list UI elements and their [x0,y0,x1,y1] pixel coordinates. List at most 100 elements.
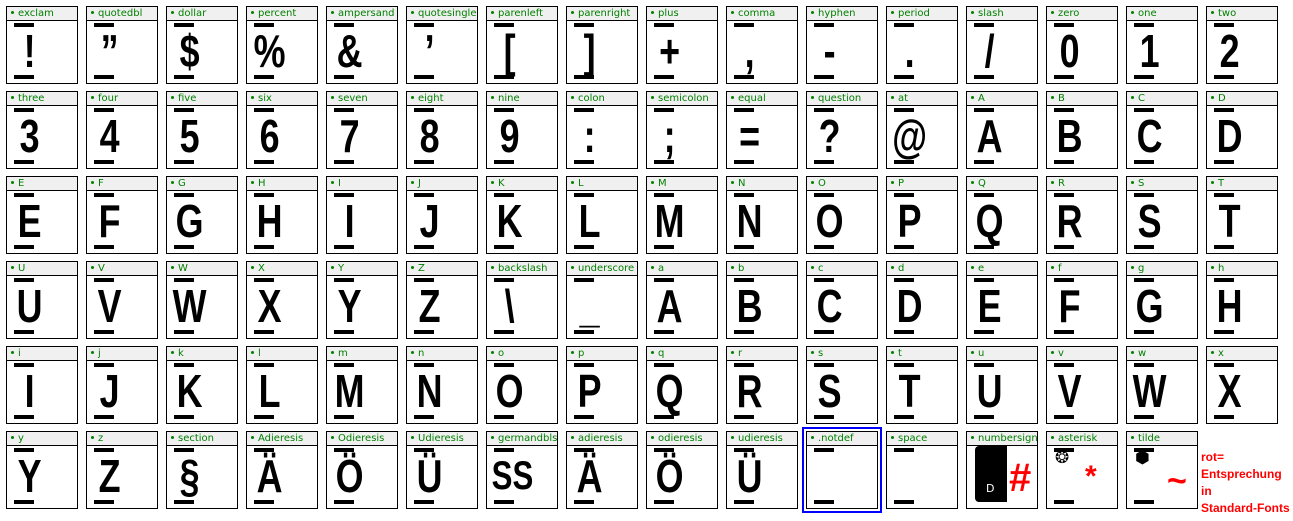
glyph-cell[interactable]: parenleft [ [486,6,558,84]
glyph-name: quotedbl [98,8,143,19]
glyph-cell[interactable]: KK [486,176,558,254]
glyph-cell[interactable]: bB [726,261,798,339]
glyph-cell[interactable]: fF [1046,261,1118,339]
glyph-cell[interactable]: equal = [726,91,798,169]
glyph-cell[interactable]: tilde ⬢ ~ [1126,431,1198,509]
glyph-cell[interactable]: aA [646,261,718,339]
glyph-cell[interactable]: UU [6,261,78,339]
glyph-cell[interactable]: parenright] [566,6,638,84]
glyph-cell[interactable]: GG [166,176,238,254]
glyph-cell[interactable]: five 5 [166,91,238,169]
glyph-cell[interactable]: gG [1126,261,1198,339]
glyph-cell[interactable]: two 2 [1206,6,1278,84]
glyph-cell[interactable]: four 4 [86,91,158,169]
glyph-cell[interactable]: DD [1206,91,1278,169]
bullet-icon [1051,10,1054,14]
glyph-cell[interactable]: rR [726,346,798,424]
glyph-cell[interactable]: one 1 [1126,6,1198,84]
glyph-cell[interactable]: kK [166,346,238,424]
glyph-cell[interactable]: germandbls SS [486,431,558,509]
glyph-cell[interactable]: period. [886,6,958,84]
glyph-cell[interactable]: colon: [566,91,638,169]
glyph-cell[interactable]: TT [1206,176,1278,254]
glyph-cell[interactable]: wW [1126,346,1198,424]
glyph-cell[interactable]: HH [246,176,318,254]
glyph-cell[interactable]: dD [886,261,958,339]
glyph-cell[interactable]: slash / [966,6,1038,84]
glyph-cell[interactable]: QQ [966,176,1038,254]
glyph-cell[interactable]: exclam! [6,6,78,84]
glyph-cell[interactable]: section § [166,431,238,509]
glyph-cell[interactable]: iI [6,346,78,424]
glyph-cell[interactable]: tT [886,346,958,424]
glyph-cell[interactable]: adieresis Ä [566,431,638,509]
glyph-cell[interactable]: udieresis Ü [726,431,798,509]
glyph-cell[interactable]: odieresis Ö [646,431,718,509]
glyph-cell[interactable]: OO [806,176,878,254]
glyph-cell[interactable]: RR [1046,176,1118,254]
glyph-cell[interactable]: percent% [246,6,318,84]
glyph-cell[interactable]: mM [326,346,398,424]
glyph-preview: _ [579,280,600,332]
glyph-cell[interactable]: NN [726,176,798,254]
glyph-cell[interactable]: zero 0 [1046,6,1118,84]
glyph-cell[interactable]: oO [486,346,558,424]
glyph-cell[interactable]: hH [1206,261,1278,339]
glyph-cell[interactable]: Adieresis Ä [246,431,318,509]
glyph-cell[interactable]: VV [86,261,158,339]
glyph-cell[interactable]: pP [566,346,638,424]
glyph-cell[interactable]: WW [166,261,238,339]
glyph-cell[interactable]: semicolon; [646,91,718,169]
glyph-cell[interactable]: LL [566,176,638,254]
glyph-cell[interactable]: jJ [86,346,158,424]
glyph-cell[interactable]: hyphen - [806,6,878,84]
glyph-cell[interactable]: quotesingle ’ [406,6,478,84]
glyph-cell[interactable]: nN [406,346,478,424]
glyph-cell[interactable]: eE [966,261,1038,339]
glyph-cell[interactable]: MM [646,176,718,254]
glyph-cell[interactable]: cC [806,261,878,339]
glyph-cell[interactable]: vV [1046,346,1118,424]
glyph-cell[interactable]: qQ [646,346,718,424]
glyph-cell[interactable]: AA [966,91,1038,169]
glyph-cell[interactable]: underscore _ [566,261,638,339]
glyph-cell[interactable]: FF [86,176,158,254]
bullet-icon [11,180,14,184]
glyph-cell[interactable]: Udieresis Ü [406,431,478,509]
glyph-cell[interactable]: CC [1126,91,1198,169]
glyph-cell[interactable]: II [326,176,398,254]
glyph-cell[interactable]: PP [886,176,958,254]
glyph-cell[interactable]: ampersand & [326,6,398,84]
glyph-cell[interactable]: dollar $ [166,6,238,84]
glyph-cell[interactable]: at @ [886,91,958,169]
glyph-cell[interactable]: XX [246,261,318,339]
glyph-cell[interactable]: backslash \ [486,261,558,339]
glyph-cell[interactable]: .notdef [802,427,882,513]
glyph-cell[interactable]: question? [806,91,878,169]
glyph-cell[interactable]: eight 8 [406,91,478,169]
glyph-cell[interactable]: three 3 [6,91,78,169]
glyph-cell[interactable]: Odieresis Ö [326,431,398,509]
glyph-cell[interactable]: EE [6,176,78,254]
glyph-cell[interactable]: zZ [86,431,158,509]
glyph-cell[interactable]: xX [1206,346,1278,424]
glyph-cell[interactable]: quotedbl ” [86,6,158,84]
glyph-cell[interactable]: uU [966,346,1038,424]
glyph-cell[interactable]: numbersign D # [966,431,1038,509]
glyph-cell[interactable]: JJ [406,176,478,254]
glyph-cell[interactable]: lL [246,346,318,424]
glyph-cell[interactable]: asterisk ❂ * [1046,431,1118,509]
glyph-cell[interactable]: sS [806,346,878,424]
glyph-cell[interactable]: ZZ [406,261,478,339]
glyph-cell[interactable]: six 6 [246,91,318,169]
glyph-cell[interactable]: plus + [646,6,718,84]
glyph-cell[interactable]: YY [326,261,398,339]
glyph-cell[interactable]: BB [1046,91,1118,169]
glyph-cell[interactable]: nine 9 [486,91,558,169]
glyph-cell[interactable]: space [886,431,958,509]
glyph-cell[interactable]: SS [1126,176,1198,254]
glyph-cell[interactable]: yY [6,431,78,509]
glyph-cell[interactable]: seven 7 [326,91,398,169]
glyph-cell[interactable]: comma, [726,6,798,84]
standard-glyph: # [1009,456,1032,500]
